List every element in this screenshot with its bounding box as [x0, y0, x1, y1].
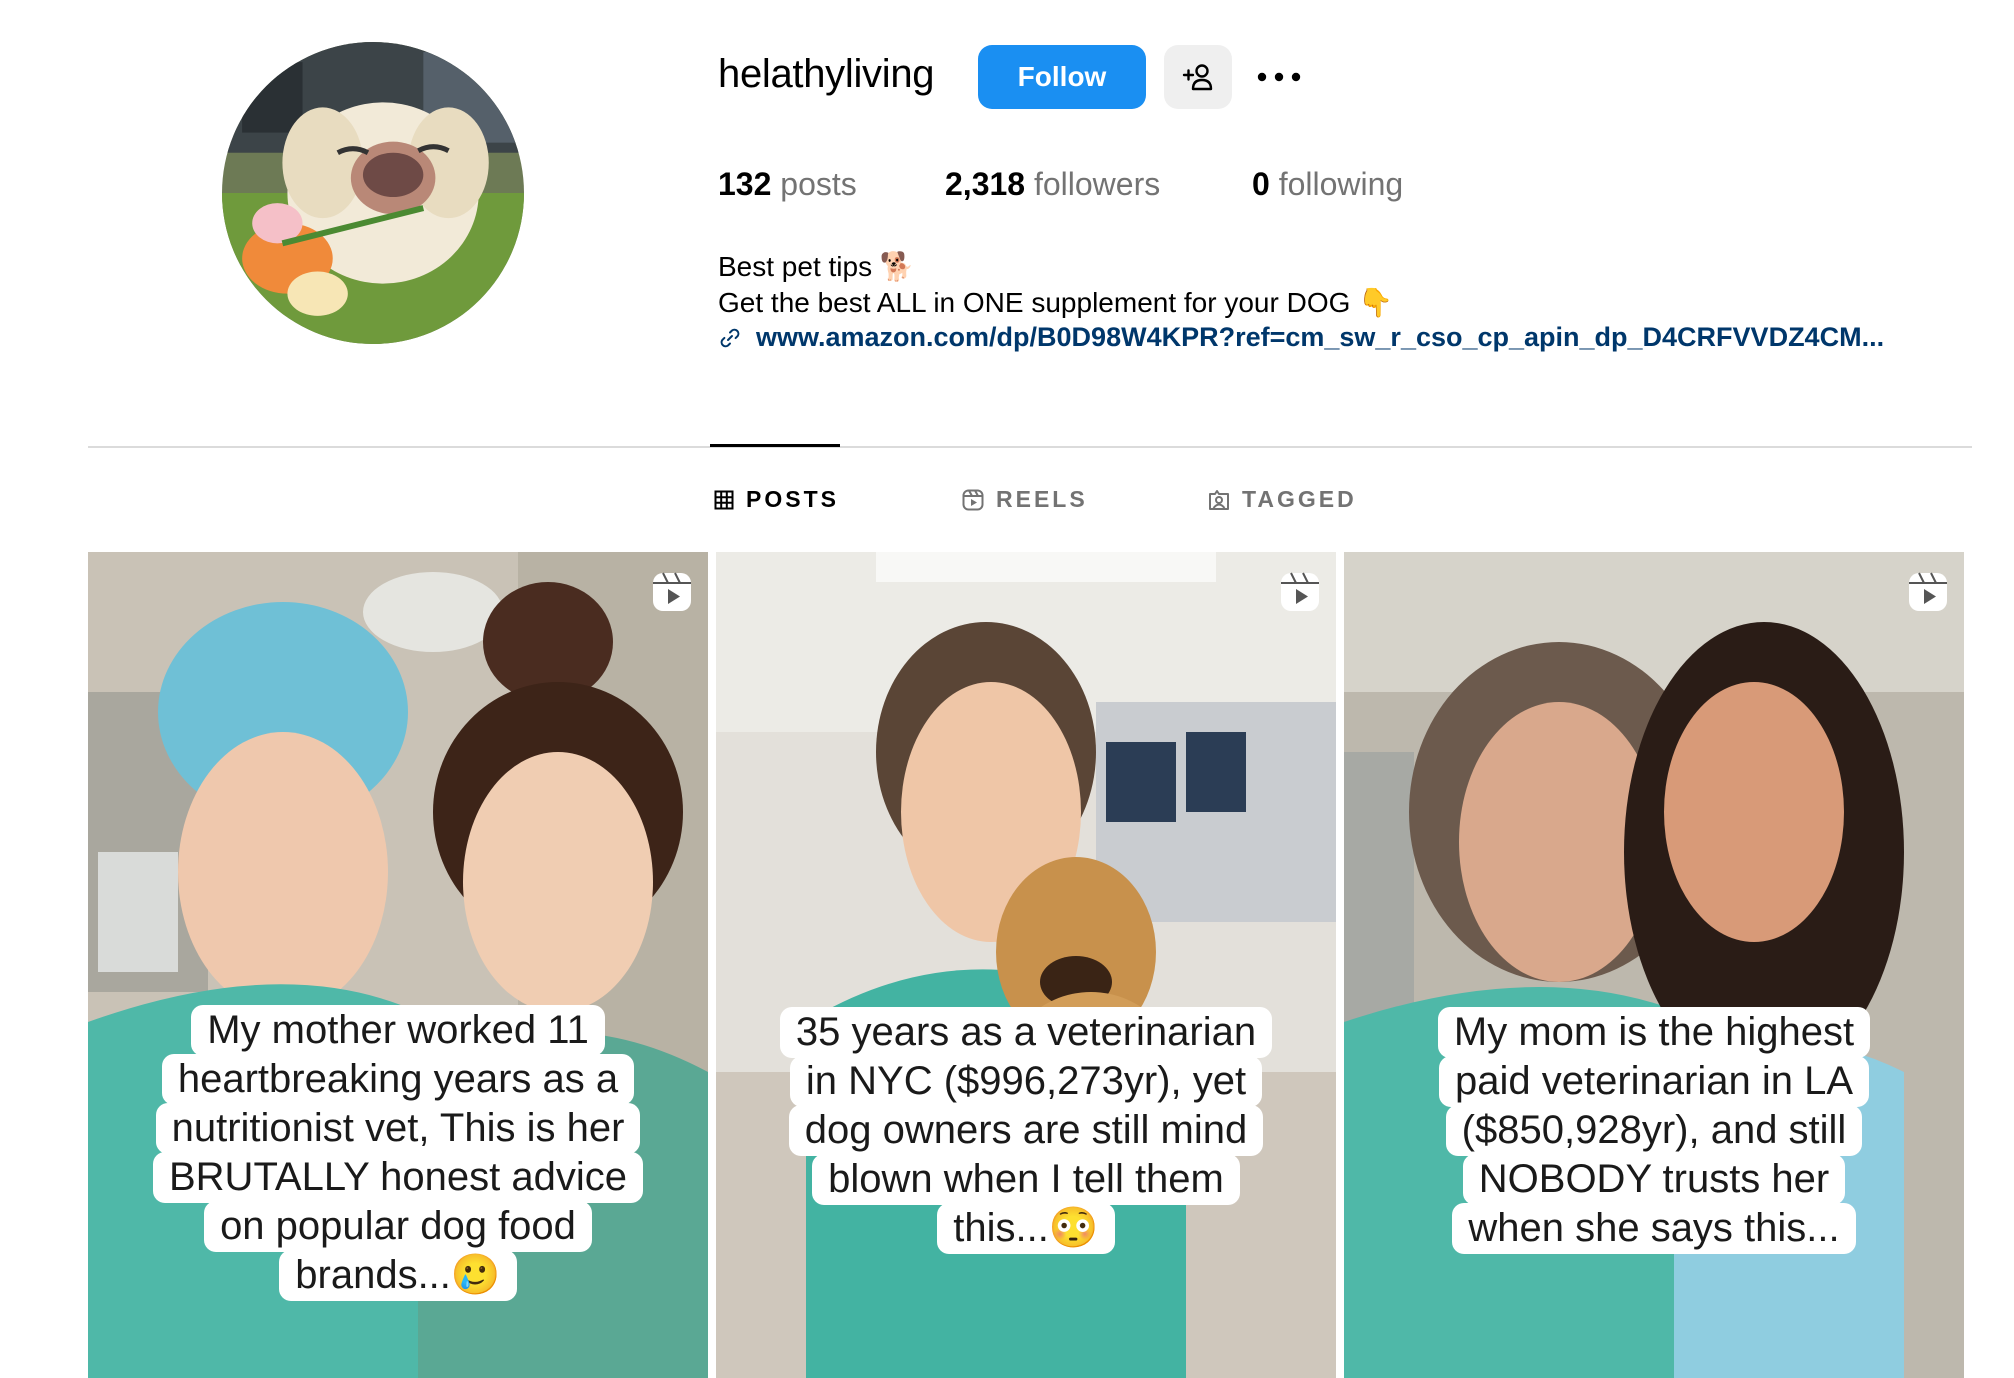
tab-tagged-label: TAGGED [1242, 486, 1357, 512]
caption-line: My mother worked 11 [191, 1005, 605, 1056]
post-caption: My mom is the highest paid veterinarian … [1344, 1007, 1964, 1254]
bio-line-1: Best pet tips 🐕 [718, 251, 915, 282]
caption-line: brands...🥲 [279, 1250, 517, 1301]
dog-avatar-image [222, 42, 524, 344]
following-count-label: following [1278, 166, 1404, 202]
posts-count-value: 132 [718, 166, 772, 202]
active-tab-indicator [710, 444, 840, 447]
followers-count-value: 2,318 [945, 166, 1026, 202]
caption-line: this...😳 [937, 1203, 1115, 1254]
followers-count[interactable]: 2,318 followers [945, 166, 1160, 203]
tabs-divider [88, 446, 1972, 448]
suggested-accounts-button[interactable] [1164, 45, 1232, 109]
posts-count-label: posts [780, 166, 857, 202]
caption-line: when she says this... [1452, 1203, 1856, 1254]
more-options-icon [1257, 72, 1301, 82]
reel-badge-icon [1909, 572, 1947, 611]
more-options-button[interactable] [1254, 52, 1304, 102]
grid-icon [714, 490, 734, 509]
post-caption: 35 years as a veterinarian in NYC ($996,… [716, 1007, 1336, 1254]
followers-count-label: followers [1033, 166, 1161, 202]
post-caption: My mother worked 11 heartbreaking years … [88, 1005, 708, 1301]
profile-username: helathyliving [718, 52, 935, 96]
post-image [1344, 552, 1964, 1378]
caption-line: 35 years as a veterinarian [779, 1007, 1273, 1058]
caption-line: My mom is the highest [1437, 1007, 1871, 1058]
post-thumbnail[interactable]: My mother worked 11 heartbreaking years … [88, 552, 708, 1378]
bio-link-text: www.amazon.com/dp/B0D98W4KPR?ref=cm_sw_r… [756, 322, 1885, 352]
suggest-person-icon [1182, 64, 1213, 91]
follow-button[interactable]: Follow [978, 45, 1146, 109]
caption-line: on popular dog food [204, 1201, 592, 1252]
reel-badge-icon [653, 572, 691, 611]
caption-line: in NYC ($996,273yr), yet [789, 1056, 1263, 1107]
caption-line: ($850,928yr), and still [1445, 1105, 1863, 1156]
following-count[interactable]: 0 following [1252, 166, 1403, 203]
tab-reels[interactable]: REELS [962, 486, 1088, 513]
profile-avatar[interactable] [222, 42, 524, 344]
tab-tagged[interactable]: TAGGED [1208, 486, 1357, 513]
tab-posts[interactable]: POSTS [714, 486, 839, 513]
tab-reels-label: REELS [996, 486, 1088, 512]
caption-line: BRUTALLY honest advice [152, 1152, 644, 1203]
caption-line: heartbreaking years as a [161, 1054, 635, 1105]
reel-badge-icon [1281, 572, 1319, 611]
tab-posts-label: POSTS [746, 486, 839, 512]
caption-line: dog owners are still mind [788, 1105, 1264, 1156]
reels-icon [962, 489, 984, 510]
caption-line: nutritionist vet, This is her [155, 1103, 641, 1154]
tagged-icon [1209, 489, 1229, 510]
post-image [716, 552, 1336, 1378]
caption-line: blown when I tell them [812, 1154, 1240, 1205]
following-count-value: 0 [1252, 166, 1270, 202]
bio-link[interactable]: www.amazon.com/dp/B0D98W4KPR?ref=cm_sw_r… [718, 322, 1884, 353]
bio-line-2: Get the best ALL in ONE supplement for y… [718, 287, 1394, 318]
post-thumbnail[interactable]: My mom is the highest paid veterinarian … [1344, 552, 1964, 1378]
posts-count: 132 posts [718, 166, 857, 203]
post-thumbnail[interactable]: 35 years as a veterinarian in NYC ($996,… [716, 552, 1336, 1378]
caption-line: NOBODY trusts her [1462, 1154, 1846, 1205]
caption-line: paid veterinarian in LA [1438, 1056, 1870, 1107]
link-icon [720, 328, 740, 347]
